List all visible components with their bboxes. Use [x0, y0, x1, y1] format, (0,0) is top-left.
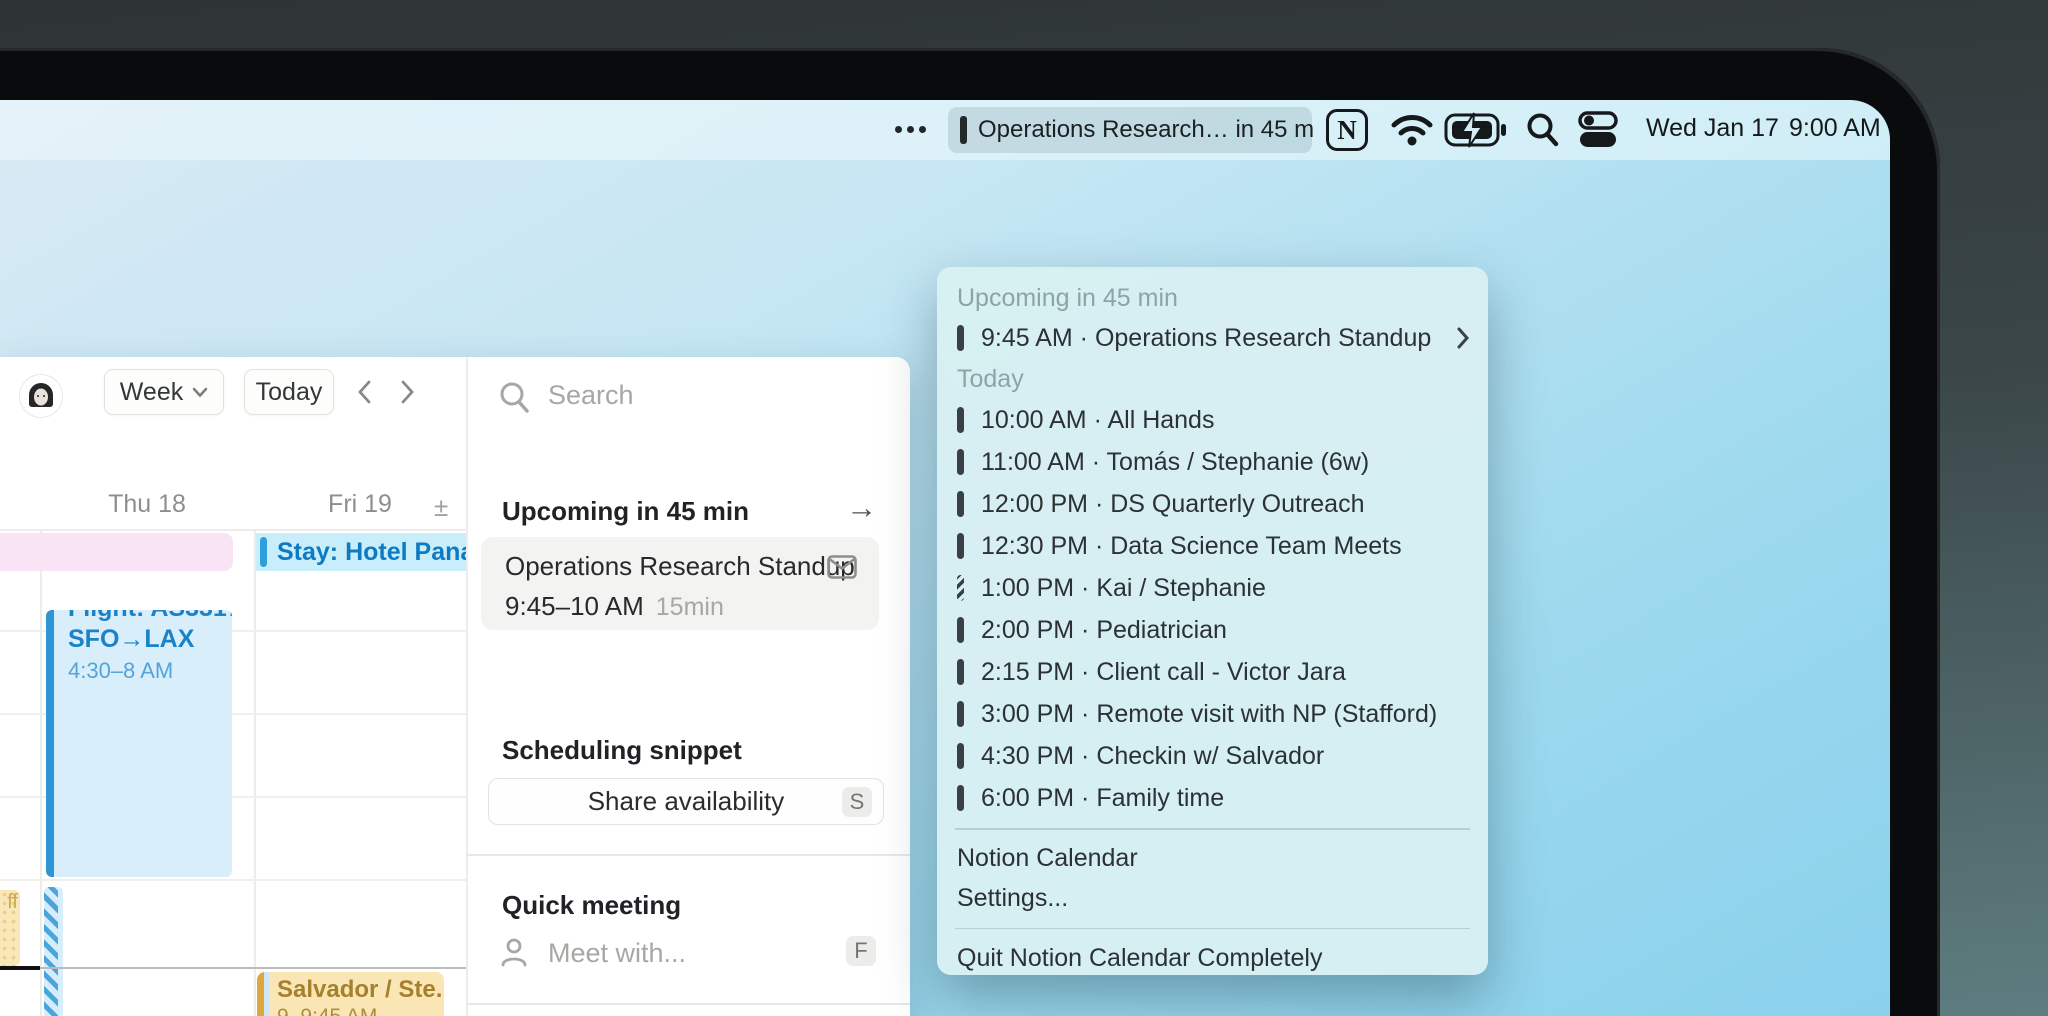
- tray-event-item[interactable]: 11:00 AM · Tomás / Stephanie (6w): [937, 441, 1488, 483]
- battery-charging-icon[interactable]: [1444, 111, 1508, 149]
- notion-calendar-tray-menu: Upcoming in 45 min 9:45 AM · Operations …: [937, 267, 1488, 975]
- today-button[interactable]: Today: [244, 369, 334, 415]
- event-bar-icon: [957, 617, 964, 643]
- search-icon: [500, 382, 529, 413]
- share-availability-button[interactable]: Share availability S: [488, 778, 884, 825]
- menubar-event-label: Operations Research… in 45 m: [978, 116, 1315, 143]
- event-bar-icon: [960, 116, 967, 144]
- email-icon[interactable]: [827, 555, 857, 579]
- menubar-date[interactable]: Wed Jan 17: [1646, 114, 1779, 143]
- event-bar-icon: [957, 407, 964, 433]
- event-bar-icon-striped: [957, 575, 964, 601]
- tray-event-item[interactable]: 2:15 PM · Client call - Victor Jara: [937, 651, 1488, 693]
- timezone-adjust-icon[interactable]: ±: [434, 492, 448, 523]
- menu-bar: Operations Research… in 45 m N Wed Jan 1…: [0, 100, 1890, 160]
- event-bar-icon: [957, 449, 964, 475]
- card-event-duration: 15min: [655, 593, 724, 621]
- view-selector-dropdown[interactable]: Week: [104, 369, 224, 415]
- avatar[interactable]: [20, 375, 62, 417]
- card-event-title: Operations Research Standup: [505, 551, 855, 581]
- notion-app-icon[interactable]: N: [1326, 109, 1368, 151]
- event-bar-icon: [957, 491, 964, 517]
- event-color-bar: [257, 972, 264, 1016]
- event-bar-icon: [957, 659, 964, 685]
- menu-item-settings[interactable]: Settings...: [937, 879, 1488, 919]
- tray-today-header: Today: [957, 364, 1024, 393]
- section-divider: [466, 854, 910, 856]
- person-icon: [501, 938, 527, 967]
- tray-upcoming-header: Upcoming in 45 min: [957, 283, 1178, 312]
- tray-event-item[interactable]: 3:00 PM · Remote visit with NP (Stafford…: [937, 693, 1488, 735]
- next-week-button[interactable]: [394, 378, 420, 406]
- tray-event-item[interactable]: 12:00 PM · DS Quarterly Outreach: [937, 483, 1488, 525]
- menubar-clock[interactable]: 9:00 AM: [1789, 114, 1881, 143]
- chevron-right-icon: [1457, 327, 1470, 349]
- event-bar-icon: [957, 533, 964, 559]
- event-flight[interactable]: Flight: AS3317 SFO→LAX 4:30–8 AM: [46, 610, 232, 877]
- allday-event-pink[interactable]: [0, 533, 233, 571]
- card-event-time: 9:45–10 AM: [505, 591, 644, 621]
- tray-event-item[interactable]: 12:30 PM · Data Science Team Meets: [937, 525, 1488, 567]
- event-bar-icon: [957, 785, 964, 811]
- shortcut-key-f: F: [846, 936, 876, 966]
- meet-with-input[interactable]: [546, 937, 826, 970]
- event-color-bar-secondary: [264, 972, 269, 1016]
- event-bar-icon: [957, 743, 964, 769]
- notion-calendar-window: Week Today Thu 18 Fri 19 ± Stay: Hotel P…: [0, 357, 910, 1016]
- menu-item-quit[interactable]: Quit Notion Calendar Completely: [937, 938, 1488, 975]
- quick-meeting-header: Quick meeting: [502, 890, 682, 920]
- event-fragment-yellow[interactable]: ff: [0, 890, 20, 966]
- event-salvador[interactable]: Salvador / Ste... 9–9:45 AM: [257, 972, 444, 1016]
- hour-line: [0, 879, 466, 881]
- header-separator: [0, 529, 466, 531]
- tray-event-item[interactable]: 2:00 PM · Pediatrician: [937, 609, 1488, 651]
- event-route: SFO→LAX: [68, 625, 195, 653]
- menu-divider: [955, 828, 1470, 830]
- menu-divider: [955, 927, 1470, 929]
- panel-divider: [466, 357, 468, 1016]
- macos-desktop: Operations Research… in 45 m N Wed Jan 1…: [0, 100, 1890, 1016]
- tray-event-item[interactable]: 1:00 PM · Kai / Stephanie: [937, 567, 1488, 609]
- day-header-thu[interactable]: Thu 18: [97, 490, 197, 519]
- spotlight-search-icon[interactable]: [1524, 111, 1560, 149]
- tray-upcoming-item[interactable]: 9:45 AM · Operations Research Standup: [937, 317, 1488, 359]
- prev-week-button[interactable]: [352, 378, 378, 406]
- notion-calendar-menubar-item[interactable]: Operations Research… in 45 m: [948, 107, 1315, 153]
- event-time: 4:30–8 AM: [68, 658, 174, 683]
- menu-overflow-icon[interactable]: [895, 126, 926, 133]
- event-title-clipped: Flight: AS3317: [68, 610, 232, 623]
- event-bar-icon: [957, 325, 964, 351]
- scheduling-section-header: Scheduling snippet: [502, 735, 742, 765]
- shortcut-key-s: S: [842, 787, 872, 817]
- marketing-backdrop: Operations Research… in 45 m N Wed Jan 1…: [0, 0, 2048, 1016]
- control-center-icon[interactable]: [1578, 111, 1620, 149]
- event-bar-icon: [957, 701, 964, 727]
- tray-event-item[interactable]: 4:30 PM · Checkin w/ Salvador: [937, 735, 1488, 777]
- hour-line-9am: [40, 967, 466, 969]
- search-input[interactable]: [546, 379, 846, 412]
- day-header-fri[interactable]: Fri 19: [310, 490, 410, 519]
- event-hold-striped[interactable]: [44, 887, 63, 1016]
- menu-item-app-name[interactable]: Notion Calendar: [937, 839, 1488, 879]
- arrow-right-icon[interactable]: →: [846, 490, 877, 526]
- chevron-down-icon: [192, 387, 208, 397]
- tray-event-item[interactable]: 10:00 AM · All Hands: [937, 399, 1488, 441]
- upcoming-event-card[interactable]: Operations Research Standup 9:45–10 AM 1…: [481, 537, 879, 630]
- event-color-bar: [46, 610, 54, 877]
- tray-event-item[interactable]: 6:00 PM · Family time: [937, 777, 1488, 819]
- current-time-indicator: [0, 966, 40, 970]
- allday-event-stay[interactable]: Stay: Hotel Panamer: [256, 533, 466, 571]
- wifi-icon[interactable]: [1390, 113, 1434, 149]
- event-color-bar: [260, 537, 267, 567]
- grid-line-vertical: [254, 529, 256, 1016]
- upcoming-section-header: Upcoming in 45 min: [502, 496, 750, 526]
- grid-line-vertical: [40, 529, 42, 1016]
- section-divider: [466, 1003, 910, 1005]
